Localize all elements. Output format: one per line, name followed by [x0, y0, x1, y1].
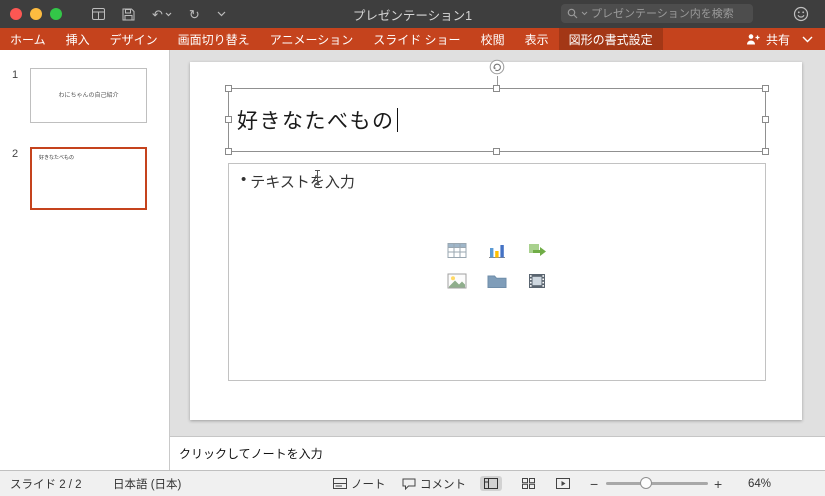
share-button[interactable]: 共有: [735, 28, 800, 50]
save-button[interactable]: [122, 8, 135, 21]
selection-handle-s[interactable]: [493, 148, 500, 155]
slide-2-thumbnail-selected[interactable]: 好きなたべもの: [30, 147, 147, 210]
ribbon-tab-review[interactable]: 校閲: [471, 28, 515, 50]
ribbon-tab-insert[interactable]: 挿入: [56, 28, 100, 50]
share-label: 共有: [765, 32, 790, 47]
content-placeholder[interactable]: • テキストを入力: [228, 163, 766, 381]
search-box[interactable]: [561, 4, 753, 23]
quick-access-toolbar: ↶ ↻: [92, 0, 226, 28]
slide-title-textbox[interactable]: 好きなたべもの: [225, 59, 769, 155]
collapse-ribbon-chevron-icon[interactable]: [800, 28, 825, 50]
zoom-slider[interactable]: [606, 477, 708, 489]
bullet-glyph: •: [241, 171, 247, 188]
slide-1-thumbnail[interactable]: わにちゃんの自己紹介: [30, 68, 147, 123]
notes-pane[interactable]: クリックしてノートを入力: [170, 436, 825, 470]
search-scope-chevron-icon[interactable]: [581, 11, 588, 16]
workspace: 1 わにちゃんの自己紹介 2 好きなたべもの 好きなたべもの • テキストを入力…: [0, 50, 825, 470]
redo-button[interactable]: ↻: [189, 8, 200, 21]
selection-handle-w[interactable]: [225, 116, 232, 123]
ribbon-tab-home[interactable]: ホーム: [0, 28, 56, 50]
ribbon-tab-shape-format[interactable]: 図形の書式設定: [558, 28, 663, 50]
customize-toolbar-chevron-icon[interactable]: [217, 11, 226, 17]
minimize-button[interactable]: [30, 8, 42, 20]
undo-button[interactable]: ↶: [152, 8, 172, 21]
selection-handle-sw[interactable]: [225, 148, 232, 155]
statusbar: スライド 2 / 2 日本語 (日本) ノート コメント − + 64%: [0, 470, 825, 496]
zoom-window-button[interactable]: [50, 8, 62, 20]
slide-2-thumbnail-title: 好きなたべもの: [39, 155, 75, 161]
titlebar: ↶ ↻ プレゼンテーション1: [0, 0, 825, 28]
slide-title-text: 好きなたべもの: [237, 89, 398, 151]
slideshow-view-button[interactable]: [552, 476, 574, 491]
mouse-ibeam-cursor: [313, 169, 322, 186]
insert-chart-icon[interactable]: [487, 242, 507, 259]
rotation-handle[interactable]: [489, 59, 505, 75]
selection-handle-e[interactable]: [762, 116, 769, 123]
ribbon-tab-slideshow[interactable]: スライド ショー: [363, 28, 470, 50]
insert-picture-icon[interactable]: [447, 273, 467, 289]
slide-sorter-view-button[interactable]: [518, 476, 539, 491]
traffic-lights: [10, 8, 62, 20]
notes-placeholder-text: クリックしてノートを入力: [179, 447, 323, 461]
powerpoint-window: ↶ ↻ プレゼンテーション1 ホーム 挿入 デザイン 画面切り替え アニメーショ…: [0, 0, 825, 496]
canvas-area: 好きなたべもの • テキストを入力: [170, 50, 825, 436]
zoom-level-button[interactable]: 64%: [748, 471, 771, 496]
ribbon-tab-transitions[interactable]: 画面切り替え: [168, 28, 260, 50]
zoom-slider-thumb[interactable]: [640, 477, 652, 489]
slide-thumbnail-panel: 1 わにちゃんの自己紹介 2 好きなたべもの: [0, 50, 170, 470]
text-caret: [396, 108, 398, 132]
notes-toggle-button[interactable]: ノート: [333, 471, 386, 496]
zoom-out-button[interactable]: −: [590, 476, 598, 492]
search-icon: [567, 8, 578, 19]
search-input[interactable]: [591, 7, 747, 20]
ribbon-tab-view[interactable]: 表示: [515, 28, 559, 50]
comment-icon: [402, 478, 416, 490]
selection-handle-n[interactable]: [493, 85, 500, 92]
selection-handle-se[interactable]: [762, 148, 769, 155]
selection-handle-nw[interactable]: [225, 85, 232, 92]
ribbon-tab-animations[interactable]: アニメーション: [260, 28, 364, 50]
slide-canvas[interactable]: 好きなたべもの • テキストを入力: [190, 59, 802, 420]
feedback-smiley-icon[interactable]: [793, 6, 809, 22]
comments-toggle-button[interactable]: コメント: [402, 471, 466, 496]
selection-handle-ne[interactable]: [762, 85, 769, 92]
insert-video-icon[interactable]: [528, 273, 546, 289]
zoom-in-button[interactable]: +: [714, 476, 722, 492]
slide-counter: スライド 2 / 2: [10, 478, 82, 491]
editor-pane: 好きなたべもの • テキストを入力 クリックしてノートを入力: [170, 50, 825, 470]
slide-1-number: 1: [12, 69, 19, 81]
body-placeholder-text: • テキストを入力: [241, 171, 355, 191]
ribbon-tab-bar: ホーム 挿入 デザイン 画面切り替え アニメーション スライド ショー 校閲 表…: [0, 28, 825, 50]
slide-1-thumbnail-title: わにちゃんの自己紹介: [58, 93, 119, 99]
insert-table-icon[interactable]: [447, 242, 467, 259]
ribbon-tab-design[interactable]: デザイン: [100, 28, 168, 50]
view-pages-icon[interactable]: [92, 8, 105, 20]
add-person-icon: [745, 33, 761, 45]
insert-online-picture-folder-icon[interactable]: [487, 273, 507, 289]
slide-2-number: 2: [12, 148, 19, 160]
close-button[interactable]: [10, 8, 22, 20]
insert-smartart-icon[interactable]: [527, 242, 547, 259]
placeholder-insert-icons: [445, 242, 549, 289]
notes-icon: [333, 478, 347, 489]
normal-view-button[interactable]: [480, 476, 502, 491]
language-button[interactable]: 日本語 (日本): [113, 471, 181, 496]
